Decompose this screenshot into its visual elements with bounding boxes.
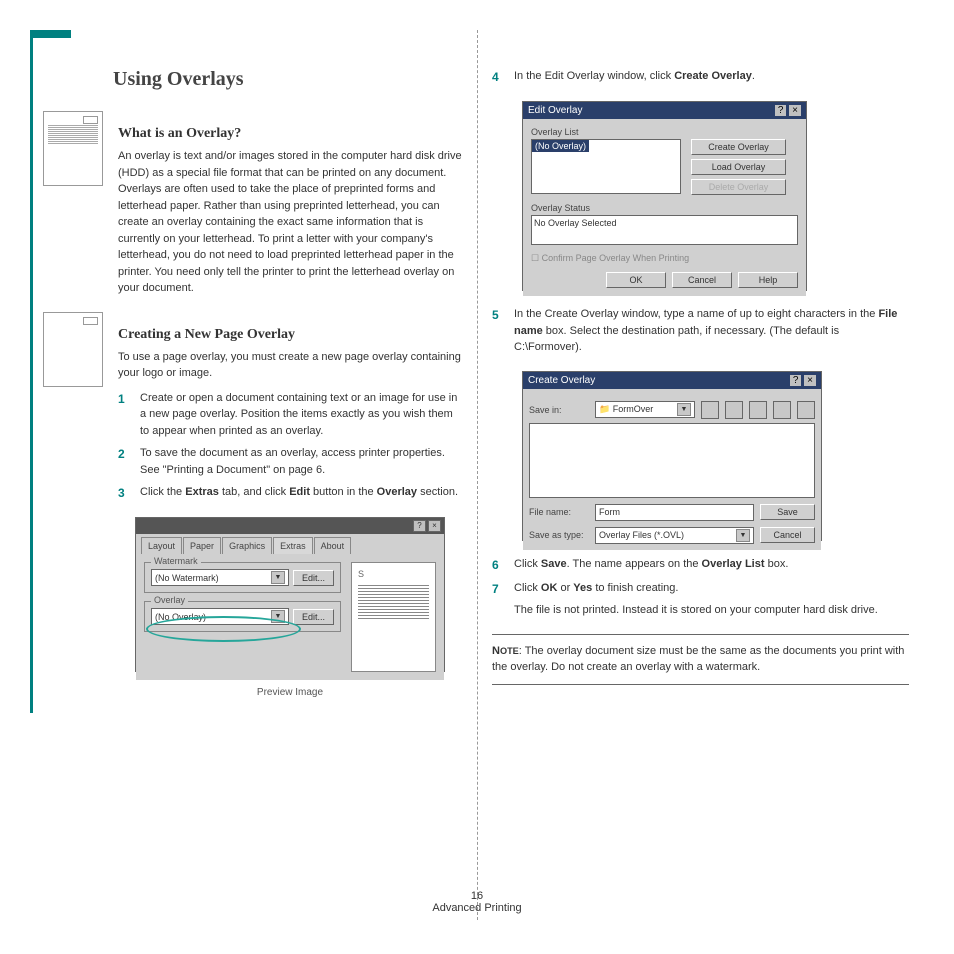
save-button[interactable]: Save — [760, 504, 815, 520]
page-title: Using Overlays — [113, 68, 462, 91]
titlebar: ?× — [136, 518, 444, 534]
close-icon[interactable]: × — [789, 105, 801, 116]
help-icon[interactable]: ? — [790, 375, 802, 386]
paragraph-creating: To use a page overlay, you must create a… — [118, 349, 462, 382]
screenshot-create-overlay: Create Overlay? × Save in: 📁 FormOver▼ Fi… — [522, 371, 822, 541]
step-4: In the Edit Overlay window, click Create… — [514, 68, 909, 86]
edit-watermark-button[interactable]: Edit... — [293, 570, 334, 586]
label-file-name: File name: — [529, 507, 589, 517]
heading-what-is: What is an Overlay? — [118, 126, 462, 142]
group-overlay: Overlay (No Overlay)▼Edit... — [144, 601, 341, 632]
delete-overlay-button[interactable]: Delete Overlay — [691, 179, 786, 195]
step-num-4: 4 — [492, 68, 504, 86]
step-2: To save the document as an overlay, acce… — [140, 445, 462, 478]
combo-overlay[interactable]: (No Overlay)▼ — [151, 608, 289, 625]
step-7: Click OK or Yes to finish creating.The f… — [514, 580, 909, 619]
combo-save-type[interactable]: Overlay Files (*.OVL)▼ — [595, 527, 754, 544]
overlay-status-box: No Overlay Selected — [531, 215, 798, 245]
label-save-in: Save in: — [529, 405, 589, 415]
help-icon[interactable]: ? — [413, 520, 426, 532]
close-icon[interactable]: × — [804, 375, 816, 386]
overlay-listbox[interactable]: (No Overlay) — [531, 139, 681, 194]
step-1: Create or open a document containing tex… — [140, 390, 462, 440]
edit-overlay-button[interactable]: Edit... — [293, 609, 334, 625]
close-icon[interactable]: × — [428, 520, 441, 532]
cancel-button-save[interactable]: Cancel — [760, 527, 815, 543]
step-num-1: 1 — [118, 390, 130, 440]
create-overlay-button[interactable]: Create Overlay — [691, 139, 786, 155]
desktop-icon[interactable] — [725, 401, 743, 419]
newfolder-icon[interactable] — [749, 401, 767, 419]
step-num-5: 5 — [492, 306, 504, 356]
heading-creating: Creating a New Page Overlay — [118, 327, 462, 343]
ok-button[interactable]: OK — [606, 272, 666, 288]
caption-preview: Preview Image — [118, 687, 462, 698]
step-6: Click Save. The name appears on the Over… — [514, 556, 909, 574]
step-num-2: 2 — [118, 445, 130, 478]
tab-graphics[interactable]: Graphics — [222, 537, 272, 554]
group-watermark: Watermark (No Watermark)▼Edit... — [144, 562, 341, 593]
column-divider — [477, 30, 478, 920]
combo-watermark[interactable]: (No Watermark)▼ — [151, 569, 289, 586]
preview-pane: S — [351, 562, 436, 672]
label-overlay-list: Overlay List — [531, 127, 798, 137]
step-num-7: 7 — [492, 580, 504, 619]
thumbnail-overlay — [43, 111, 103, 186]
tab-about[interactable]: About — [314, 537, 352, 554]
dialog-title-create: Create Overlay — [528, 375, 595, 386]
thumbnail-create — [43, 312, 103, 387]
label-save-type: Save as type: — [529, 530, 589, 540]
details-icon[interactable] — [797, 401, 815, 419]
help-icon[interactable]: ? — [775, 105, 787, 116]
tab-paper[interactable]: Paper — [183, 537, 221, 554]
up-icon[interactable] — [701, 401, 719, 419]
tab-layout[interactable]: Layout — [141, 537, 182, 554]
tab-extras[interactable]: Extras — [273, 537, 313, 554]
load-overlay-button[interactable]: Load Overlay — [691, 159, 786, 175]
label-overlay-status: Overlay Status — [531, 203, 798, 213]
step-5: In the Create Overlay window, type a nam… — [514, 306, 909, 356]
step-num-3: 3 — [118, 484, 130, 502]
checkbox-confirm[interactable]: ☐ Confirm Page Overlay When Printing — [531, 253, 798, 264]
file-area[interactable] — [529, 423, 815, 498]
note-box: NOTE: The overlay document size must be … — [492, 634, 909, 685]
combo-save-in[interactable]: 📁 FormOver▼ — [595, 401, 695, 418]
step-3: Click the Extras tab, and click Edit but… — [140, 484, 462, 502]
list-icon[interactable] — [773, 401, 791, 419]
screenshot-edit-overlay: Edit Overlay? × Overlay List (No Overlay… — [522, 101, 807, 291]
help-button[interactable]: Help — [738, 272, 798, 288]
page-footer: 16 Advanced Printing — [0, 890, 954, 914]
paragraph-what-is: An overlay is text and/or images stored … — [118, 148, 462, 297]
step-num-6: 6 — [492, 556, 504, 574]
accent-bar — [33, 30, 71, 38]
input-file-name[interactable]: Form — [595, 504, 754, 521]
dialog-title: Edit Overlay — [528, 105, 582, 116]
cancel-button[interactable]: Cancel — [672, 272, 732, 288]
screenshot-properties: ?× Layout Paper Graphics Extras About Wa… — [135, 517, 445, 672]
